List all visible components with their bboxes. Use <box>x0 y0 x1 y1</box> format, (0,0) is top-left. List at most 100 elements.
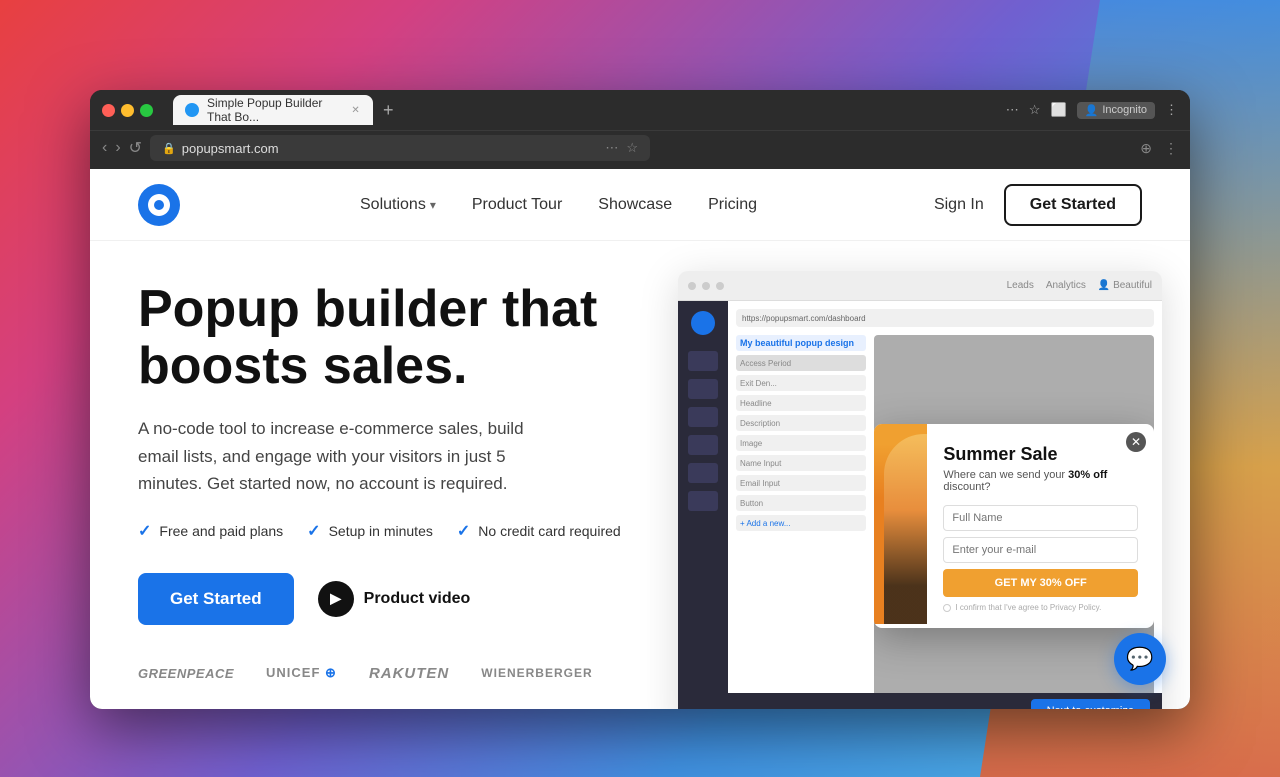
browser-window: Simple Popup Builder That Bo... ✕ + ⋯ ☆ … <box>90 90 1190 709</box>
next-customize-button[interactable]: Next to customize <box>1031 699 1150 709</box>
popup-email-input[interactable] <box>943 537 1138 563</box>
nav-get-started-button[interactable]: Get Started <box>1004 184 1142 226</box>
mockup-left-panel: My beautiful popup design Access Period … <box>736 335 866 709</box>
mockup-panel-item: Headline <box>736 395 866 411</box>
browser-chrome: Simple Popup Builder That Bo... ✕ + ⋯ ☆ … <box>90 90 1190 130</box>
mockup-content: My beautiful popup design Access Period … <box>736 335 1154 709</box>
star-icon[interactable]: ☆ <box>626 140 638 156</box>
hero-left: Popup builder that boosts sales. A no-co… <box>138 281 658 689</box>
bookmark-icon[interactable]: ☆ <box>1029 102 1041 118</box>
mockup-nav: Leads Analytics 👤 Beautiful <box>1007 280 1152 291</box>
popup-title: Summer Sale <box>943 444 1138 465</box>
mockup-sidebar-item <box>688 351 718 371</box>
forward-button[interactable]: › <box>115 139 120 157</box>
hero-right: Leads Analytics 👤 Beautiful <box>678 281 1142 689</box>
check-no-cc: ✓ No credit card required <box>457 521 621 541</box>
more-icon[interactable]: ⋮ <box>1164 140 1178 157</box>
mockup-bottom-toolbar: Next to customize <box>678 693 1162 709</box>
new-tab-button[interactable]: + <box>377 100 400 121</box>
mockup-sidebar-item <box>688 463 718 483</box>
mockup-panel-item: Button <box>736 495 866 511</box>
checkmark-icon: ✓ <box>307 521 320 541</box>
wienerberger-logo: wienerberger <box>481 666 592 680</box>
popup-radio <box>943 604 951 612</box>
popup-name-input[interactable] <box>943 505 1138 531</box>
mockup-panel-item: Email Input <box>736 475 866 491</box>
chat-icon: 💬 <box>1126 646 1153 672</box>
user-avatar: 👤 Beautiful <box>1098 280 1152 291</box>
add-new-item: + Add a new... <box>736 515 866 531</box>
back-button[interactable]: ‹ <box>102 139 107 157</box>
nav-showcase[interactable]: Showcase <box>598 196 672 214</box>
product-video-button[interactable]: ▶ Product video <box>318 581 471 617</box>
site-nav: Solutions ▾ Product Tour Showcase Pricin… <box>90 169 1190 241</box>
mockup-dot-2 <box>702 282 710 290</box>
analytics-nav: Analytics <box>1046 280 1086 291</box>
popup-overlay: ✕ <box>874 335 1154 709</box>
mockup-preview-area: ✕ <box>874 335 1154 709</box>
chat-widget-button[interactable]: 💬 <box>1114 633 1166 685</box>
partner-logos: GREENPEACE unicef ⊕ Rakuten wienerberger <box>138 665 658 682</box>
tab-title: Simple Popup Builder That Bo... <box>207 96 338 124</box>
minimize-window-icon[interactable]: ⋯ <box>1006 102 1019 118</box>
reload-button[interactable]: ↺ <box>129 138 142 158</box>
play-icon: ▶ <box>318 581 354 617</box>
popup-close-button[interactable]: ✕ <box>1126 432 1146 452</box>
checkmark-icon: ✓ <box>138 521 151 541</box>
mockup-sidebar-item <box>688 491 718 511</box>
logo-inner <box>148 194 170 216</box>
checkmark-icon: ✓ <box>457 521 470 541</box>
nav-product-tour[interactable]: Product Tour <box>472 196 562 214</box>
incognito-label: Incognito <box>1102 104 1147 116</box>
mockup-panel-item: Exit Den... <box>736 375 866 391</box>
mockup-dot-1 <box>688 282 696 290</box>
tab-bar: Simple Popup Builder That Bo... ✕ + <box>173 95 998 125</box>
mockup-dot-3 <box>716 282 724 290</box>
nav-solutions[interactable]: Solutions ▾ <box>360 196 436 214</box>
tab-view-icon[interactable]: ⬜ <box>1050 102 1066 118</box>
hero-section: Popup builder that boosts sales. A no-co… <box>90 241 1190 709</box>
lock-icon: 🔒 <box>162 142 176 155</box>
minimize-button[interactable] <box>121 104 134 117</box>
mockup-sidebar-item <box>688 435 718 455</box>
rakuten-logo: Rakuten <box>369 665 449 682</box>
mockup-panel-item: Description <box>736 415 866 431</box>
close-button[interactable] <box>102 104 115 117</box>
popup-subtitle: Where can we send your 30% off discount? <box>943 469 1138 493</box>
mockup-panel-header: My beautiful popup design <box>736 335 866 351</box>
popup-privacy: I confirm that I've agree to Privacy Pol… <box>943 603 1138 612</box>
mockup-main: https://popupsmart.com/dashboard My beau… <box>728 301 1162 709</box>
menu-icon[interactable]: ⋮ <box>1165 102 1178 118</box>
mockup-browser: Leads Analytics 👤 Beautiful <box>678 271 1162 709</box>
mockup-sidebar <box>678 301 728 709</box>
browser-controls-right: ⋯ ☆ ⬜ 👤 Incognito ⋮ <box>1006 102 1178 119</box>
mockup-panel-item: Name Input <box>736 455 866 471</box>
check-free-plans: ✓ Free and paid plans <box>138 521 283 541</box>
hero-get-started-button[interactable]: Get Started <box>138 573 294 625</box>
url-bar[interactable]: 🔒 popupsmart.com ⋯ ☆ <box>150 135 650 161</box>
mockup-body: https://popupsmart.com/dashboard My beau… <box>678 301 1162 709</box>
url-icons: ⋯ ☆ <box>605 140 638 156</box>
mockup-panel-item: Access Period <box>736 355 866 371</box>
tab-close-button[interactable]: ✕ <box>350 103 361 117</box>
popup-submit-button[interactable]: GET MY 30% OFF <box>943 569 1138 597</box>
website-content: Solutions ▾ Product Tour Showcase Pricin… <box>90 169 1190 709</box>
mockup-sidebar-item <box>688 379 718 399</box>
nav-pricing[interactable]: Pricing <box>708 196 757 214</box>
address-bar-right: ⊕ ⋮ <box>1140 140 1178 157</box>
hero-actions: Get Started ▶ Product video <box>138 573 658 625</box>
tab-favicon <box>185 103 199 117</box>
cast-icon: ⋯ <box>605 140 618 156</box>
hero-subtitle: A no-code tool to increase e-commerce sa… <box>138 415 558 497</box>
mockup-sidebar-item <box>688 407 718 427</box>
site-logo[interactable] <box>138 184 180 226</box>
extension-icon: ⊕ <box>1140 140 1152 157</box>
hero-checks: ✓ Free and paid plans ✓ Setup in minutes… <box>138 521 658 541</box>
hero-title: Popup builder that boosts sales. <box>138 281 658 395</box>
popup-card: ✕ <box>874 424 1154 628</box>
popup-image <box>874 424 927 624</box>
sign-in-link[interactable]: Sign In <box>934 196 984 214</box>
fullscreen-button[interactable] <box>140 104 153 117</box>
mockup-panel-item: Image <box>736 435 866 451</box>
active-tab[interactable]: Simple Popup Builder That Bo... ✕ <box>173 95 373 125</box>
